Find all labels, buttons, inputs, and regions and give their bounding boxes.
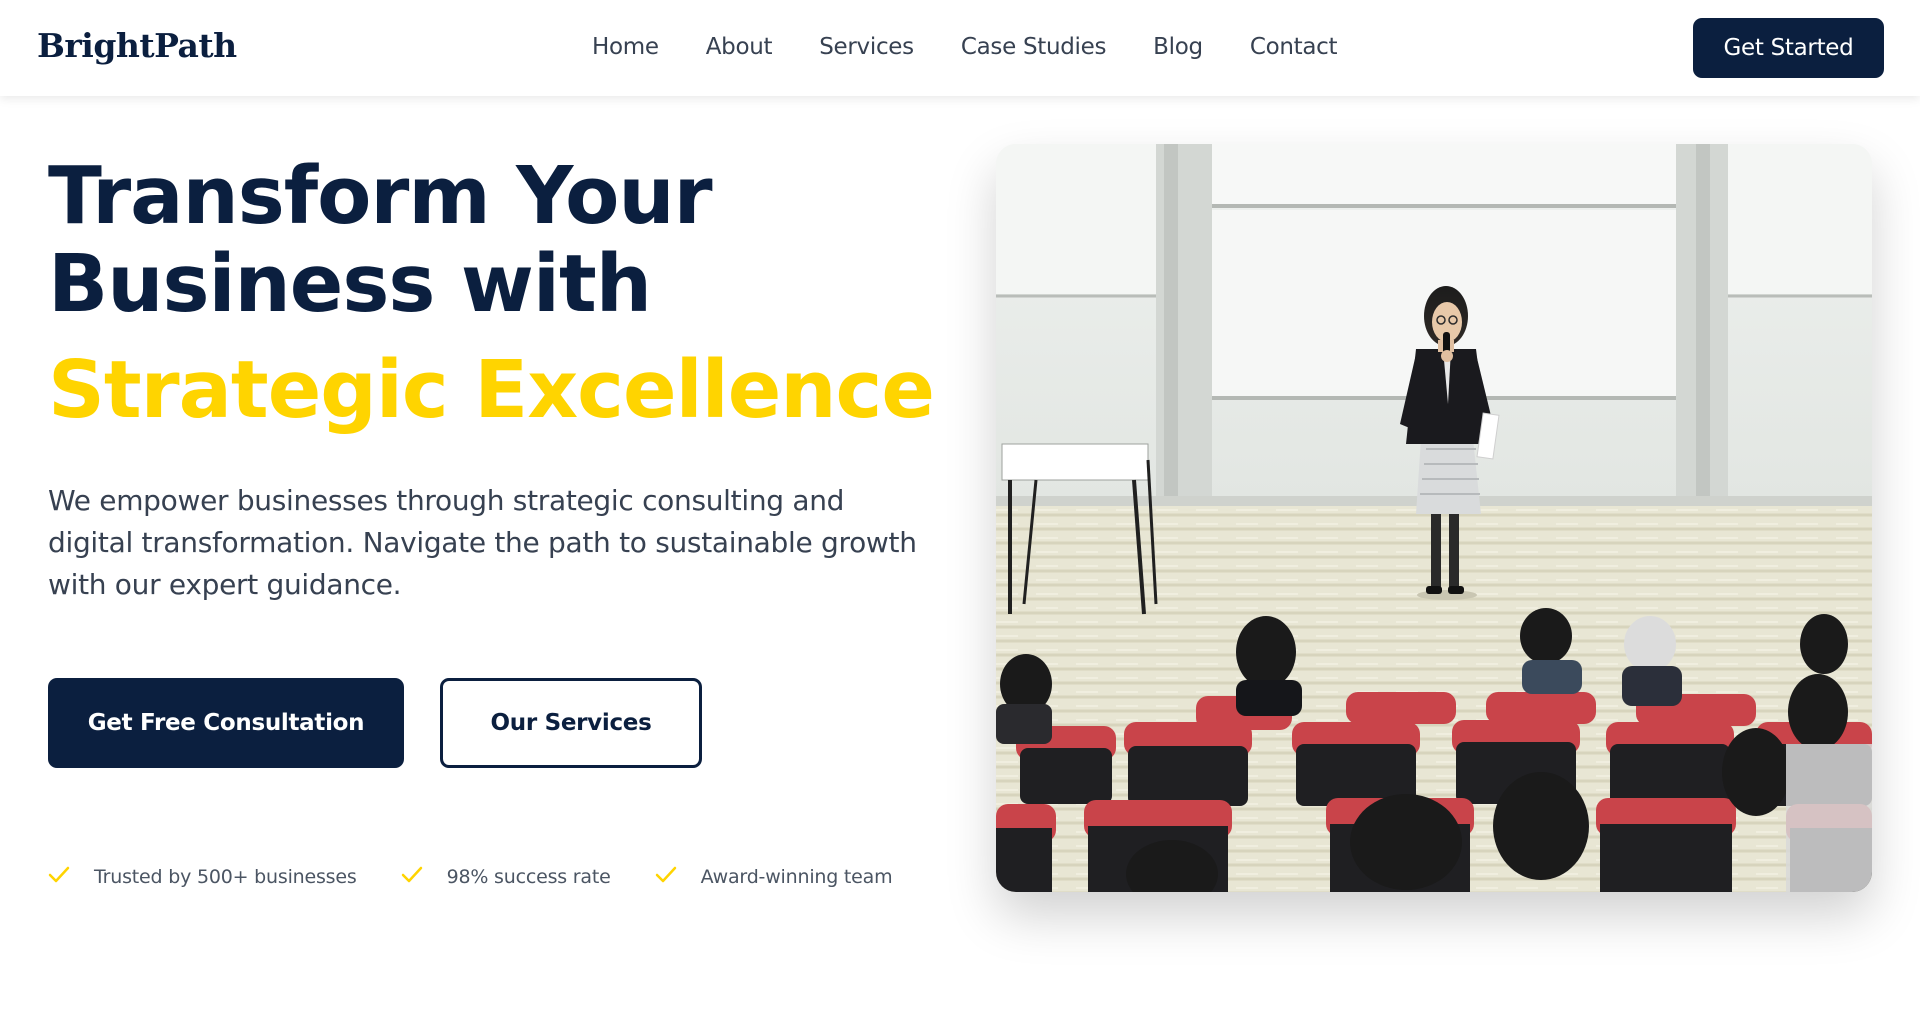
nav-link-about[interactable]: About [706,34,773,60]
brand-logo[interactable]: BrightPath [37,26,237,65]
trust-item: Trusted by 500+ businesses [48,866,357,888]
get-started-button[interactable]: Get Started [1693,18,1884,78]
hero-image [996,144,1872,892]
hero-headline: Transform Your Business with Strategic E… [48,150,935,436]
check-icon [655,866,681,888]
trust-item: Award-winning team [655,866,893,888]
check-icon [401,866,427,888]
nav-link-blog[interactable]: Blog [1153,34,1203,60]
main-menu: Home About Services Case Studies Blog Co… [592,34,1384,60]
nav-link-case-studies[interactable]: Case Studies [961,34,1107,60]
headline-line-2: Business with [48,238,652,330]
headline-line-1: Transform Your [48,150,713,242]
nav-link-contact[interactable]: Contact [1250,34,1338,60]
check-icon [48,866,74,888]
trust-item: 98% success rate [401,866,611,888]
conference-speaker-illustration [996,144,1872,892]
trust-text: 98% success rate [446,866,611,888]
our-services-button[interactable]: Our Services [440,678,702,768]
nav-link-services[interactable]: Services [819,34,914,60]
free-consultation-button[interactable]: Get Free Consultation [48,678,404,768]
hero-description: We empower businesses through strategic … [48,484,917,601]
trust-text: Trusted by 500+ businesses [94,866,357,888]
top-navigation: BrightPath Home About Services Case Stud… [0,0,1920,96]
trust-text: Award-winning team [700,866,893,888]
headline-accent: Strategic Excellence [48,344,935,436]
trust-indicators: Trusted by 500+ businesses 98% success r… [48,866,936,888]
nav-link-home[interactable]: Home [592,34,659,60]
